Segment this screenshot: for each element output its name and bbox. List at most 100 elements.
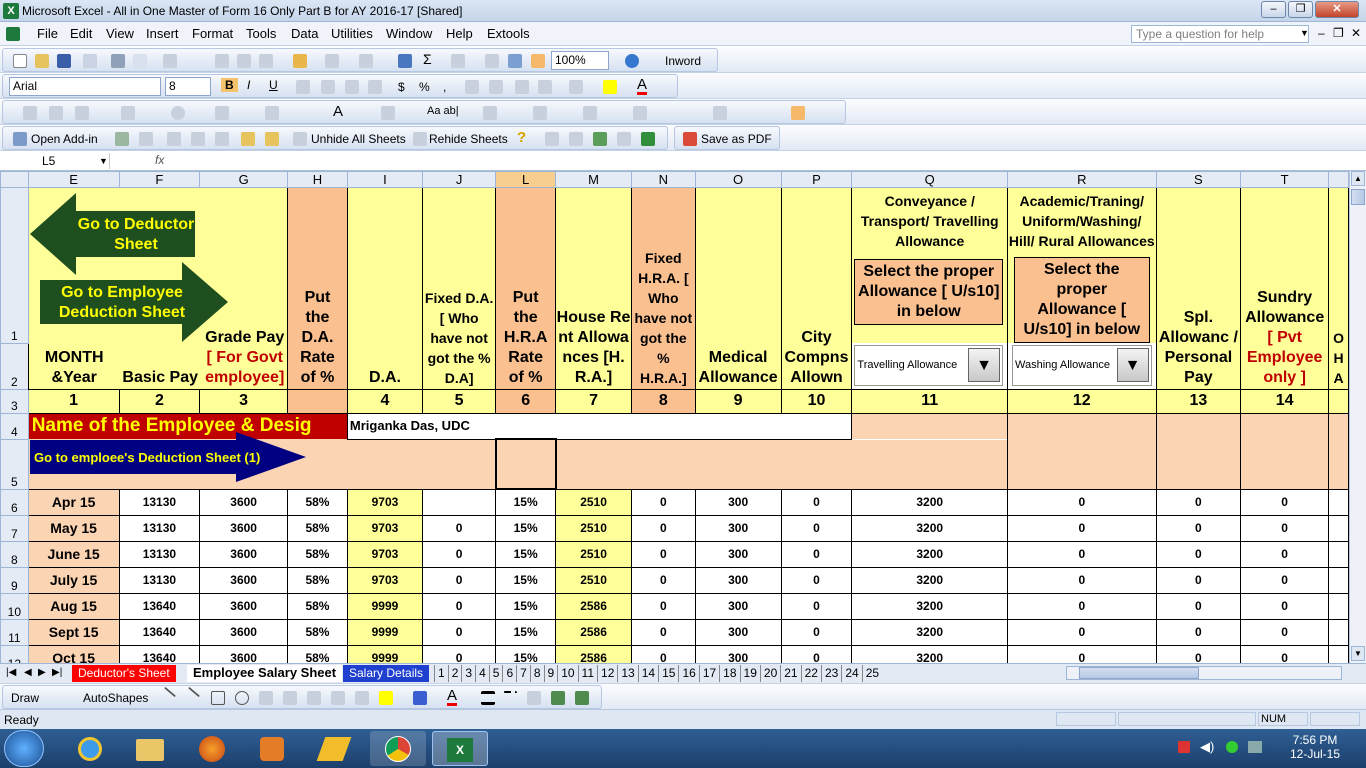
cell-sundry[interactable]: 0 [1240,540,1330,568]
rehide-sheets-button[interactable]: Rehide Sheets [429,132,508,146]
cell-academic[interactable]: 0 [1007,514,1157,542]
tab-first-icon[interactable]: |◀ [6,667,16,678]
cell-basic[interactable]: 13130 [118,514,201,542]
cell-fixed-da[interactable]: 0 [422,514,497,542]
open-addin-button[interactable]: Open Add-in [31,132,98,146]
tab-sheet-10[interactable]: 10 [557,665,577,682]
tab-sheet-18[interactable]: 18 [719,665,739,682]
cell-medical[interactable]: 300 [694,540,782,568]
cell-month[interactable]: July 15 [27,566,120,594]
cell-hra-rate[interactable]: 15% [495,514,557,542]
row-header-9[interactable]: 9 [0,566,29,594]
cell-hra-rate[interactable]: 15% [495,644,557,663]
cell-academic[interactable]: 0 [1007,566,1157,594]
cell-hra[interactable]: 2586 [555,592,633,620]
row-header-1[interactable]: 1 [0,187,29,344]
tab-sheet-23[interactable]: 23 [820,665,841,682]
colnum-3[interactable]: 3 [199,388,288,414]
cell-conveyance[interactable]: 3200 [851,540,1009,568]
cell-extra[interactable] [1328,618,1349,646]
addin-icon-6[interactable] [545,132,559,146]
question-icon[interactable]: ? [517,129,526,146]
tray-network-icon[interactable] [1226,741,1238,753]
font-color-icon[interactable]: A [637,77,648,95]
menu-window[interactable]: Window [386,26,432,41]
colnum-blank[interactable] [286,388,348,414]
cell-medical[interactable]: 300 [694,514,782,542]
dash-style-icon[interactable] [503,691,517,705]
italic-button[interactable]: I [247,78,250,92]
cell-academic[interactable]: 0 [1007,618,1157,646]
cell-grade-pay[interactable]: 3600 [199,540,288,568]
cell-conveyance[interactable]: 3200 [851,644,1009,663]
line-style-icon[interactable] [481,691,495,705]
cell-sundry[interactable]: 0 [1240,488,1330,516]
cell-fixed-hra[interactable]: 0 [631,540,696,568]
col-header-s[interactable]: S [1155,171,1242,188]
cell-conveyance[interactable]: 3200 [851,618,1009,646]
cell-sundry[interactable]: 0 [1240,644,1330,663]
cell-medical[interactable]: 300 [694,592,782,620]
addin-icon-7[interactable] [569,132,583,146]
col-header-g[interactable]: G [199,171,288,188]
cell-s5[interactable] [1155,439,1242,489]
cell-month[interactable]: Apr 15 [27,488,120,516]
cell-grade-pay[interactable]: 3600 [199,488,288,516]
cell-da-rate[interactable]: 58% [286,488,348,516]
tab-sheet-17[interactable]: 17 [698,665,719,682]
font-select[interactable]: Arial [9,77,161,96]
cell-medical[interactable]: 300 [694,618,782,646]
draw-font-color-icon[interactable]: A [447,688,458,706]
tab-sheet-7[interactable]: 7 [516,665,530,682]
cell-t5[interactable] [1240,439,1330,489]
spelling-icon[interactable] [163,54,177,68]
align-right-icon[interactable] [345,80,359,94]
cell-da[interactable]: 9999 [346,644,424,663]
align-center-icon[interactable] [321,80,335,94]
h-scroll-thumb[interactable] [1079,667,1199,679]
colnum-5[interactable]: 5 [422,388,497,414]
textbox-icon[interactable] [259,691,273,705]
cell-extra[interactable] [1328,592,1349,620]
cell-conveyance[interactable]: 3200 [851,592,1009,620]
conveyance-dropdown[interactable]: Travelling Allowance ▼ [854,345,1004,386]
paste-icon[interactable] [259,54,273,68]
col-header-l[interactable]: L [495,171,557,188]
start-button[interactable] [4,730,44,767]
restore-button[interactable]: ❐ [1288,1,1313,18]
increase-decimal-icon[interactable] [465,80,479,94]
tab-employee-salary-sheet[interactable]: Employee Salary Sheet [187,665,343,682]
increase-indent-icon[interactable] [538,80,552,94]
col-header-q[interactable]: Q [851,171,1009,188]
draw-fill-icon[interactable] [379,691,393,705]
new-icon[interactable] [13,54,27,68]
bold-button[interactable]: B [221,78,238,92]
taskbar-excel[interactable]: X [432,731,488,766]
cell-da-rate[interactable]: 58% [286,566,348,594]
tab-sheet-13[interactable]: 13 [617,665,637,682]
colnum-10[interactable]: 10 [780,388,853,414]
tab-sheet-6[interactable]: 6 [502,665,516,682]
minimize-button[interactable]: – [1261,1,1286,18]
zoom-select[interactable]: 100% [551,51,609,70]
tab-sheet-1[interactable]: 1 [434,665,448,682]
cell-r4[interactable] [1007,413,1157,439]
cell-fixed-da[interactable] [422,488,497,516]
colnum-11[interactable]: 11 [851,388,1009,414]
academic-dropdown[interactable]: Washing Allowance ▼ [1012,345,1152,386]
cell-grade-pay[interactable]: 3600 [199,618,288,646]
close-button[interactable]: ✕ [1315,1,1359,18]
cell-city[interactable]: 0 [780,488,853,516]
cell-city[interactable]: 0 [780,592,853,620]
colnum-1[interactable]: 1 [27,388,120,414]
cell-sundry[interactable]: 0 [1240,514,1330,542]
cell-grade-pay[interactable]: 3600 [199,644,288,663]
form-groupbox-icon[interactable] [49,106,63,120]
formula-input[interactable] [175,153,1355,169]
cell-q4[interactable] [851,413,1009,439]
unhide-all-sheets-button[interactable]: Unhide All Sheets [311,132,406,146]
addin-icon-10[interactable] [641,132,655,146]
form-checkbox-icon[interactable] [121,106,135,120]
cell-conveyance[interactable]: 3200 [851,514,1009,542]
col-header-f[interactable]: F [118,171,201,188]
